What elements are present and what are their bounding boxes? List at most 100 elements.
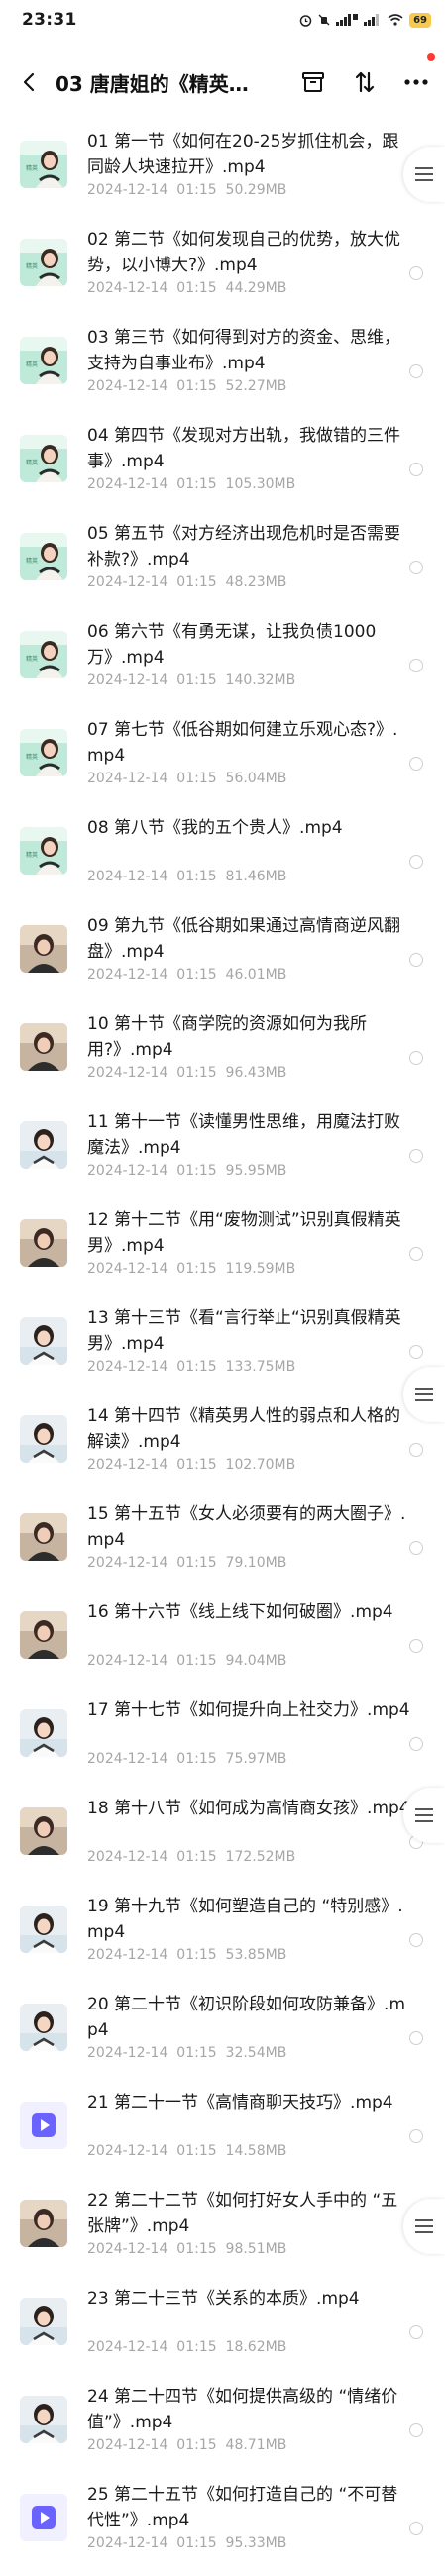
select-radio[interactable] xyxy=(409,2522,423,2535)
select-radio[interactable] xyxy=(409,1737,423,1751)
file-time: 01:15 xyxy=(176,574,217,590)
video-file-icon xyxy=(20,2494,67,2541)
back-button[interactable] xyxy=(14,67,44,97)
file-row[interactable]: 23 第二十三节《关系的本质》.mp4 2024-12-14 01:15 18.6… xyxy=(0,2282,445,2380)
video-thumbnail xyxy=(20,1317,67,1365)
select-radio[interactable] xyxy=(409,757,423,771)
file-row[interactable]: 10 第十节《商学院的资源如何为我所用?》.mp4 2024-12-14 01:1… xyxy=(0,1007,445,1105)
file-time: 01:15 xyxy=(176,1457,217,1473)
file-size: 95.33MB xyxy=(225,2535,287,2551)
file-name: 18 第十八节《如何成为高情商女孩》.mp4 xyxy=(87,1799,410,1818)
file-row[interactable]: 18 第十八节《如何成为高情商女孩》.mp4 2024-12-14 01:15 1… xyxy=(0,1792,445,1890)
more-options-button[interactable] xyxy=(401,67,431,97)
file-time: 01:15 xyxy=(176,2143,217,2159)
file-row[interactable]: 12 第十二节《用“废物测试”识别真假精英男》.mp4 2024-12-14 01… xyxy=(0,1203,445,1301)
file-row[interactable]: 精英 08 第八节《我的五个贵人》.mp4 2024-12-14 01:15 81.… xyxy=(0,811,445,909)
select-radio[interactable] xyxy=(409,266,423,280)
file-row[interactable]: 精英 02 第二节《如何发现自己的优势，放大优势，以小博大?》.mp4 2024-1… xyxy=(0,223,445,321)
file-row[interactable]: 精英 06 第六节《有勇无谋，让我负债1000万》.mp4 2024-12-14 0… xyxy=(0,615,445,713)
select-radio[interactable] xyxy=(409,1933,423,1947)
file-size: 14.58MB xyxy=(225,2143,287,2159)
file-row[interactable]: 14 第十四节《精英男人性的弱点和人格的解读》.mp4 2024-12-14 01… xyxy=(0,1399,445,1497)
file-time: 01:15 xyxy=(176,182,217,198)
file-time: 01:15 xyxy=(176,476,217,492)
file-row[interactable]: 24 第二十四节《如何提供高级的 “情绪价值”》.mp4 2024-12-14 0… xyxy=(0,2380,445,2478)
file-meta: 2024-12-14 01:15 94.04MB xyxy=(87,1653,286,1669)
wifi-icon xyxy=(388,14,403,26)
select-radio[interactable] xyxy=(409,1247,423,1261)
file-time: 01:15 xyxy=(176,1359,217,1375)
file-size: 32.54MB xyxy=(225,2045,287,2061)
file-date: 2024-12-14 xyxy=(87,1849,168,1865)
file-name: 01 第一节《如何在20-25岁抓住机会，跟同龄人块速拉开》.mp4 xyxy=(87,132,399,177)
sort-button[interactable] xyxy=(350,67,380,97)
file-name: 09 第九节《低谷期如果通过高情商逆风翻盘》.mp4 xyxy=(87,916,401,962)
file-row[interactable]: 16 第十六节《线上线下如何破圈》.mp4 2024-12-14 01:15 94… xyxy=(0,1596,445,1694)
file-meta: 2024-12-14 01:15 79.10MB xyxy=(87,1555,286,1571)
file-date: 2024-12-14 xyxy=(87,182,168,198)
file-row[interactable]: 13 第十三节《看“言行举止“识别真假精英男》.mp4 2024-12-14 01… xyxy=(0,1301,445,1399)
video-thumbnail xyxy=(20,1709,67,1757)
select-radio[interactable] xyxy=(409,1639,423,1653)
video-thumbnail xyxy=(20,1807,67,1855)
file-date: 2024-12-14 xyxy=(87,1751,168,1767)
file-row[interactable]: 19 第十九节《如何塑造自己的 “特别感》.mp4 2024-12-14 01:1… xyxy=(0,1890,445,1988)
file-name: 25 第二十五节《如何打造自己的 “不可替代性”》.mp4 xyxy=(87,2485,398,2530)
select-radio[interactable] xyxy=(409,2031,423,2045)
file-row[interactable]: 25 第二十五节《如何打造自己的 “不可替代性”》.mp4 2024-12-14 … xyxy=(0,2478,445,2576)
file-size: 81.46MB xyxy=(225,869,287,884)
file-meta: 2024-12-14 01:15 44.29MB xyxy=(87,280,286,296)
select-radio[interactable] xyxy=(409,1051,423,1065)
select-radio[interactable] xyxy=(409,463,423,476)
select-radio[interactable] xyxy=(409,2423,423,2437)
file-size: 95.95MB xyxy=(225,1163,287,1179)
file-row[interactable]: 精英 07 第七节《低谷期如何建立乐观心态?》.mp4 2024-12-14 01:… xyxy=(0,713,445,811)
video-thumbnail xyxy=(20,925,67,973)
select-radio[interactable] xyxy=(409,659,423,672)
file-size: 140.32MB xyxy=(225,672,296,688)
file-name: 12 第十二节《用“废物测试”识别真假精英男》.mp4 xyxy=(87,1210,401,1256)
file-row[interactable]: 20 第二十节《初识阶段如何攻防兼备》.mp4 2024-12-14 01:15 … xyxy=(0,1988,445,2086)
file-row[interactable]: 精英 04 第四节《发现对方出轨，我做错的三件事》.mp4 2024-12-14 0… xyxy=(0,419,445,517)
file-name: 02 第二节《如何发现自己的优势，放大优势，以小博大?》.mp4 xyxy=(87,230,401,275)
file-name: 03 第三节《如何得到对方的资金、思维，支持为自事业布》.mp4 xyxy=(87,328,401,373)
select-radio[interactable] xyxy=(409,1345,423,1359)
select-radio[interactable] xyxy=(409,1541,423,1555)
file-row[interactable]: 11 第十一节《读懂男性思维，用魔法打败魔法》.mp4 2024-12-14 01… xyxy=(0,1105,445,1203)
file-meta: 2024-12-14 01:15 46.01MB xyxy=(87,967,286,982)
archive-button[interactable] xyxy=(298,67,328,97)
file-row[interactable]: 21 第二十一节《高情商聊天技巧》.mp4 2024-12-14 01:15 14… xyxy=(0,2086,445,2184)
file-row[interactable]: 15 第十五节《女人必须要有的两大圈子》.mp4 2024-12-14 01:15… xyxy=(0,1497,445,1596)
file-row[interactable]: 17 第十七节《如何提升向上社交力》.mp4 2024-12-14 01:15 7… xyxy=(0,1694,445,1792)
svg-text:精英: 精英 xyxy=(26,557,38,565)
select-radio[interactable] xyxy=(409,1443,423,1457)
file-row[interactable]: 精英 01 第一节《如何在20-25岁抓住机会，跟同龄人块速拉开》.mp4 2024… xyxy=(0,125,445,223)
select-radio[interactable] xyxy=(409,364,423,378)
file-date: 2024-12-14 xyxy=(87,1163,168,1179)
header: 03 唐唐姐的《精英… xyxy=(0,40,445,125)
file-meta: 2024-12-14 01:15 96.43MB xyxy=(87,1065,286,1081)
file-date: 2024-12-14 xyxy=(87,476,168,492)
file-name: 13 第十三节《看“言行举止“识别真假精英男》.mp4 xyxy=(87,1308,401,1354)
file-meta: 2024-12-14 01:15 119.59MB xyxy=(87,1261,295,1277)
file-row[interactable]: 精英 05 第五节《对方经济出现危机时是否需要补款?》.mp4 2024-12-14… xyxy=(0,517,445,615)
select-radio[interactable] xyxy=(409,561,423,574)
svg-text:精英: 精英 xyxy=(26,262,38,270)
file-name: 16 第十六节《线上线下如何破圈》.mp4 xyxy=(87,1602,393,1622)
file-row[interactable]: 精英 03 第三节《如何得到对方的资金、思维，支持为自事业布》.mp4 2024-1… xyxy=(0,321,445,419)
select-radio[interactable] xyxy=(409,2129,423,2143)
select-radio[interactable] xyxy=(409,1149,423,1163)
file-date: 2024-12-14 xyxy=(87,1555,168,1571)
file-meta: 2024-12-14 01:15 48.23MB xyxy=(87,574,286,590)
select-radio[interactable] xyxy=(409,2325,423,2339)
video-thumbnail: 精英 xyxy=(20,239,67,286)
file-meta: 2024-12-14 01:15 52.27MB xyxy=(87,378,286,394)
video-thumbnail: 精英 xyxy=(20,827,67,875)
video-thumbnail xyxy=(20,1023,67,1071)
file-row[interactable]: 09 第九节《低谷期如果通过高情商逆风翻盘》.mp4 2024-12-14 01:… xyxy=(0,909,445,1007)
select-radio[interactable] xyxy=(409,953,423,967)
file-time: 01:15 xyxy=(176,967,217,982)
file-meta: 2024-12-14 01:15 75.97MB xyxy=(87,1751,286,1767)
file-row[interactable]: 22 第二十二节《如何打好女人手中的 “五张牌”》.mp4 2024-12-14 … xyxy=(0,2184,445,2282)
select-radio[interactable] xyxy=(409,855,423,869)
